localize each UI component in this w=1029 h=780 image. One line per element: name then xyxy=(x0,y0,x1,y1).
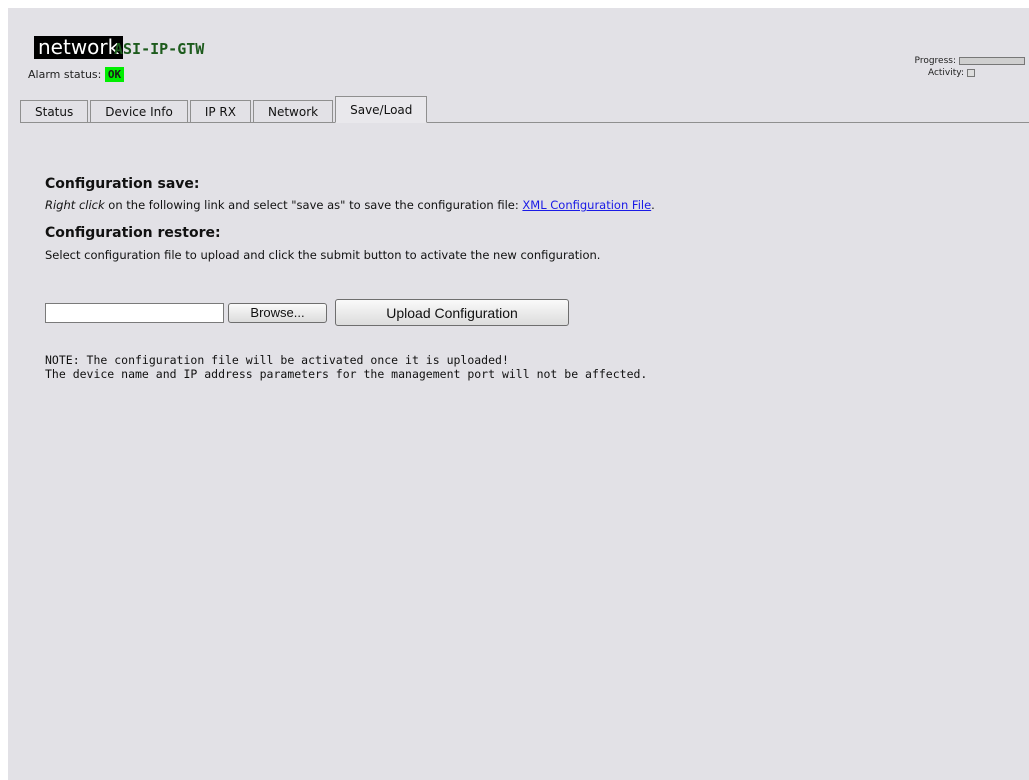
configuration-restore-instruction: Select configuration file to upload and … xyxy=(45,248,601,262)
network-logo: network xyxy=(34,36,124,59)
alarm-status: Alarm status: OK xyxy=(28,67,125,82)
activity-indicator: Activity: xyxy=(915,67,1025,79)
tab-device-info[interactable]: Device Info xyxy=(90,100,188,122)
right-click-emphasis: Right click xyxy=(45,198,105,212)
upload-form: Browse... Upload Configuration xyxy=(45,299,569,326)
alarm-status-label: Alarm status: xyxy=(28,68,102,81)
page: network ASI-IP-GTW Alarm status: OK Prog… xyxy=(8,8,1029,780)
note-line-2: The device name and IP address parameter… xyxy=(45,367,648,381)
file-path-input[interactable] xyxy=(45,302,224,323)
configuration-restore-title: Configuration restore: xyxy=(45,225,221,241)
activity-label: Activity: xyxy=(927,68,964,78)
progress-label: Progress: xyxy=(914,56,956,66)
tab-status[interactable]: Status xyxy=(20,100,89,122)
alarm-status-badge: OK xyxy=(104,67,125,82)
status-indicators: Progress: Activity: xyxy=(915,55,1025,79)
device-name: ASI-IP-GTW xyxy=(114,40,205,58)
progress-bar xyxy=(959,57,1025,65)
configuration-save-instruction: Right click on the following link and se… xyxy=(45,198,1005,212)
note-line-1: NOTE: The configuration file will be act… xyxy=(45,353,509,367)
tab-bar: Status Device Info IP RX Network Save/Lo… xyxy=(20,96,1029,123)
main-content: Configuration save: Right click on the f… xyxy=(45,176,1005,262)
configuration-save-title: Configuration save: xyxy=(45,176,200,192)
tab-save-load[interactable]: Save/Load xyxy=(335,96,428,123)
upload-notes: NOTE: The configuration file will be act… xyxy=(45,353,647,381)
tab-network[interactable]: Network xyxy=(252,100,334,122)
tab-ip-rx[interactable]: IP RX xyxy=(189,100,251,122)
activity-led xyxy=(967,69,975,77)
upload-configuration-button[interactable]: Upload Configuration xyxy=(335,299,569,326)
save-instruction-text: on the following link and select "save a… xyxy=(104,198,523,212)
browse-button[interactable]: Browse... xyxy=(228,302,327,323)
xml-configuration-file-link[interactable]: XML Configuration File xyxy=(522,198,651,212)
progress-indicator: Progress: xyxy=(915,55,1025,67)
save-instruction-suffix: . xyxy=(651,198,655,212)
